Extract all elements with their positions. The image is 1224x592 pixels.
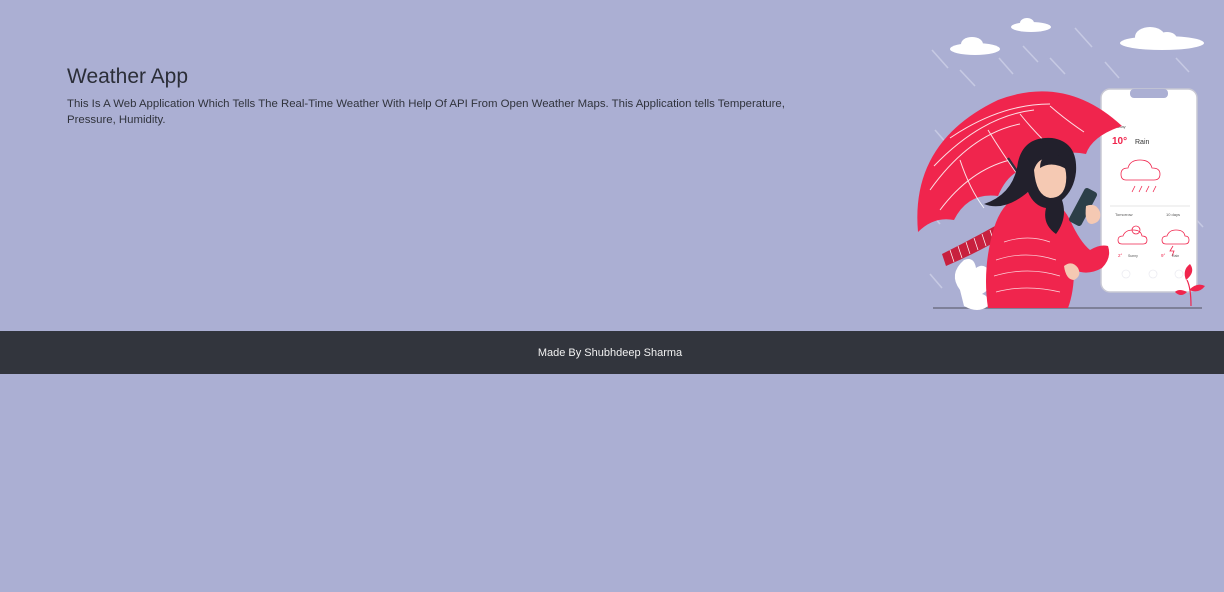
phone-days-temp: 9° <box>1161 253 1166 258</box>
phone-mockup: Today 10° Rain Tomorrow 10 days <box>1100 88 1198 293</box>
hero-section: Weather App This Is A Web Application Wh… <box>0 0 1224 331</box>
page: Weather App This Is A Web Application Wh… <box>0 0 1224 592</box>
phone-tomorrow-label: Tomorrow <box>1115 212 1133 217</box>
phone-tomorrow-temp: 2° <box>1118 253 1123 258</box>
app-description: This Is A Web Application Which Tells Th… <box>67 98 785 126</box>
hero-text: Weather App This Is A Web Application Wh… <box>67 64 807 128</box>
phone-days-label: 10 days <box>1166 212 1180 217</box>
phone-today-condition: Rain <box>1135 139 1150 146</box>
phone-days-condition: Rain <box>1172 254 1179 258</box>
footer: Made By Shubhdeep Sharma <box>0 331 1224 374</box>
phone-tomorrow-condition: Sunny <box>1128 254 1138 258</box>
woman-with-umbrella-and-phone-illustration: Today 10° Rain Tomorrow 10 days <box>917 18 1205 310</box>
cloud-icon <box>950 18 1204 55</box>
page-title: Weather App <box>67 65 189 88</box>
footer-credit: Made By Shubhdeep Sharma <box>537 346 683 359</box>
phone-today-temp: 10° <box>1112 136 1127 147</box>
